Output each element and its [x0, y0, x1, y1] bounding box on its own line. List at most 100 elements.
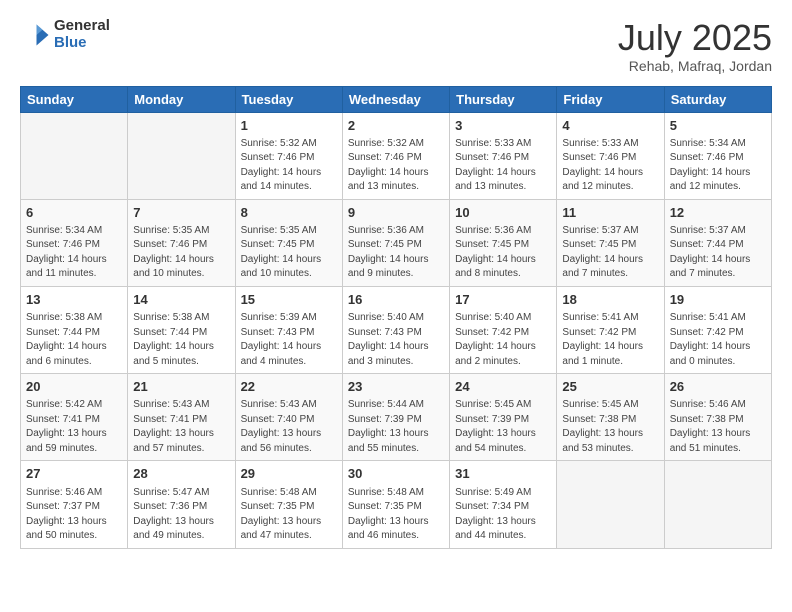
day-number: 4: [562, 117, 658, 135]
day-info: Sunrise: 5:35 AM Sunset: 7:46 PM Dayligh…: [133, 224, 229, 282]
calendar-cell: 12 Sunrise: 5:37 AM Sunset: 7:44 PM Dayli…: [664, 199, 771, 286]
calendar-cell: [557, 461, 664, 548]
title-location: Rehab, Mafraq, Jordan: [618, 58, 772, 74]
day-info: Sunrise: 5:40 AM Sunset: 7:43 PM Dayligh…: [348, 311, 444, 369]
day-info: Sunrise: 5:48 AM Sunset: 7:35 PM Dayligh…: [241, 486, 337, 544]
day-info: Sunrise: 5:35 AM Sunset: 7:45 PM Dayligh…: [241, 224, 337, 282]
calendar-cell: 16 Sunrise: 5:40 AM Sunset: 7:43 PM Dayli…: [342, 286, 449, 373]
calendar-week-2: 6Sunrise: 5:34 AM Sunset: 7:46 PM Daylig…: [21, 199, 772, 286]
calendar-cell: 9 Sunrise: 5:36 AM Sunset: 7:45 PM Daylig…: [342, 199, 449, 286]
calendar-week-3: 13 Sunrise: 5:38 AM Sunset: 7:44 PM Dayli…: [21, 286, 772, 373]
logo-blue: Blue: [54, 35, 110, 52]
day-number: 12: [670, 204, 766, 222]
day-info: Sunrise: 5:32 AM Sunset: 7:46 PM Dayligh…: [241, 137, 337, 195]
calendar-cell: 13 Sunrise: 5:38 AM Sunset: 7:44 PM Dayli…: [21, 286, 128, 373]
day-number: 25: [562, 378, 658, 396]
day-number: 15: [241, 291, 337, 309]
logo-icon: [20, 20, 50, 50]
day-number: 21: [133, 378, 229, 396]
col-tuesday: Tuesday: [235, 86, 342, 112]
day-info: Sunrise: 5:38 AM Sunset: 7:44 PM Dayligh…: [26, 311, 122, 369]
col-wednesday: Wednesday: [342, 86, 449, 112]
day-number: 9: [348, 204, 444, 222]
day-number: 5: [670, 117, 766, 135]
day-info: Sunrise: 5:45 AM Sunset: 7:39 PM Dayligh…: [455, 398, 551, 456]
title-block: July 2025 Rehab, Mafraq, Jordan: [618, 18, 772, 74]
calendar-header-row: Sunday Monday Tuesday Wednesday Thursday…: [21, 86, 772, 112]
logo-general: General: [54, 18, 110, 35]
day-number: 19: [670, 291, 766, 309]
logo-text: General Blue: [54, 18, 110, 51]
day-info: Sunrise: 5:33 AM Sunset: 7:46 PM Dayligh…: [455, 137, 551, 195]
day-info: Sunrise: 5:32 AM Sunset: 7:46 PM Dayligh…: [348, 137, 444, 195]
calendar-table: Sunday Monday Tuesday Wednesday Thursday…: [20, 86, 772, 549]
calendar-cell: 6Sunrise: 5:34 AM Sunset: 7:46 PM Daylig…: [21, 199, 128, 286]
calendar-cell: [664, 461, 771, 548]
day-info: Sunrise: 5:45 AM Sunset: 7:38 PM Dayligh…: [562, 398, 658, 456]
calendar-cell: 27Sunrise: 5:46 AM Sunset: 7:37 PM Dayli…: [21, 461, 128, 548]
day-number: 17: [455, 291, 551, 309]
day-info: Sunrise: 5:48 AM Sunset: 7:35 PM Dayligh…: [348, 486, 444, 544]
calendar-cell: 8 Sunrise: 5:35 AM Sunset: 7:45 PM Daylig…: [235, 199, 342, 286]
calendar-cell: 22 Sunrise: 5:43 AM Sunset: 7:40 PM Dayli…: [235, 374, 342, 461]
logo: General Blue: [20, 18, 110, 51]
calendar-cell: 2 Sunrise: 5:32 AM Sunset: 7:46 PM Daylig…: [342, 112, 449, 199]
calendar-cell: 1Sunrise: 5:32 AM Sunset: 7:46 PM Daylig…: [235, 112, 342, 199]
day-number: 29: [241, 465, 337, 483]
calendar-cell: 20Sunrise: 5:42 AM Sunset: 7:41 PM Dayli…: [21, 374, 128, 461]
day-number: 8: [241, 204, 337, 222]
header: General Blue July 2025 Rehab, Mafraq, Jo…: [20, 18, 772, 74]
calendar-week-5: 27Sunrise: 5:46 AM Sunset: 7:37 PM Dayli…: [21, 461, 772, 548]
day-number: 3: [455, 117, 551, 135]
calendar-cell: 30 Sunrise: 5:48 AM Sunset: 7:35 PM Dayli…: [342, 461, 449, 548]
day-info: Sunrise: 5:36 AM Sunset: 7:45 PM Dayligh…: [348, 224, 444, 282]
calendar-cell: 4 Sunrise: 5:33 AM Sunset: 7:46 PM Daylig…: [557, 112, 664, 199]
day-number: 16: [348, 291, 444, 309]
day-info: Sunrise: 5:40 AM Sunset: 7:42 PM Dayligh…: [455, 311, 551, 369]
day-number: 23: [348, 378, 444, 396]
day-number: 22: [241, 378, 337, 396]
day-info: Sunrise: 5:47 AM Sunset: 7:36 PM Dayligh…: [133, 486, 229, 544]
day-info: Sunrise: 5:42 AM Sunset: 7:41 PM Dayligh…: [26, 398, 122, 456]
calendar-cell: 18 Sunrise: 5:41 AM Sunset: 7:42 PM Dayli…: [557, 286, 664, 373]
day-info: Sunrise: 5:33 AM Sunset: 7:46 PM Dayligh…: [562, 137, 658, 195]
day-number: 18: [562, 291, 658, 309]
day-number: 28: [133, 465, 229, 483]
calendar-cell: 28 Sunrise: 5:47 AM Sunset: 7:36 PM Dayli…: [128, 461, 235, 548]
calendar-cell: 31 Sunrise: 5:49 AM Sunset: 7:34 PM Dayli…: [450, 461, 557, 548]
calendar-cell: 21Sunrise: 5:43 AM Sunset: 7:41 PM Dayli…: [128, 374, 235, 461]
day-number: 14: [133, 291, 229, 309]
day-info: Sunrise: 5:41 AM Sunset: 7:42 PM Dayligh…: [670, 311, 766, 369]
calendar-cell: 11Sunrise: 5:37 AM Sunset: 7:45 PM Dayli…: [557, 199, 664, 286]
calendar-week-1: 1Sunrise: 5:32 AM Sunset: 7:46 PM Daylig…: [21, 112, 772, 199]
calendar-cell: 19 Sunrise: 5:41 AM Sunset: 7:42 PM Dayli…: [664, 286, 771, 373]
day-number: 30: [348, 465, 444, 483]
calendar-cell: 17 Sunrise: 5:40 AM Sunset: 7:42 PM Dayli…: [450, 286, 557, 373]
col-sunday: Sunday: [21, 86, 128, 112]
day-info: Sunrise: 5:37 AM Sunset: 7:44 PM Dayligh…: [670, 224, 766, 282]
calendar-cell: 14 Sunrise: 5:38 AM Sunset: 7:44 PM Dayli…: [128, 286, 235, 373]
calendar-cell: [21, 112, 128, 199]
day-number: 2: [348, 117, 444, 135]
calendar-cell: 15Sunrise: 5:39 AM Sunset: 7:43 PM Dayli…: [235, 286, 342, 373]
day-info: Sunrise: 5:49 AM Sunset: 7:34 PM Dayligh…: [455, 486, 551, 544]
day-number: 26: [670, 378, 766, 396]
day-number: 24: [455, 378, 551, 396]
calendar-cell: 26 Sunrise: 5:46 AM Sunset: 7:38 PM Dayli…: [664, 374, 771, 461]
day-info: Sunrise: 5:38 AM Sunset: 7:44 PM Dayligh…: [133, 311, 229, 369]
title-month: July 2025: [618, 18, 772, 58]
day-number: 31: [455, 465, 551, 483]
calendar-cell: [128, 112, 235, 199]
calendar-cell: 5Sunrise: 5:34 AM Sunset: 7:46 PM Daylig…: [664, 112, 771, 199]
calendar-cell: 29 Sunrise: 5:48 AM Sunset: 7:35 PM Dayli…: [235, 461, 342, 548]
day-number: 11: [562, 204, 658, 222]
day-number: 13: [26, 291, 122, 309]
day-info: Sunrise: 5:43 AM Sunset: 7:40 PM Dayligh…: [241, 398, 337, 456]
col-saturday: Saturday: [664, 86, 771, 112]
col-monday: Monday: [128, 86, 235, 112]
day-info: Sunrise: 5:41 AM Sunset: 7:42 PM Dayligh…: [562, 311, 658, 369]
page: General Blue July 2025 Rehab, Mafraq, Jo…: [0, 0, 792, 612]
day-info: Sunrise: 5:46 AM Sunset: 7:38 PM Dayligh…: [670, 398, 766, 456]
day-number: 6: [26, 204, 122, 222]
calendar-cell: 25 Sunrise: 5:45 AM Sunset: 7:38 PM Dayli…: [557, 374, 664, 461]
